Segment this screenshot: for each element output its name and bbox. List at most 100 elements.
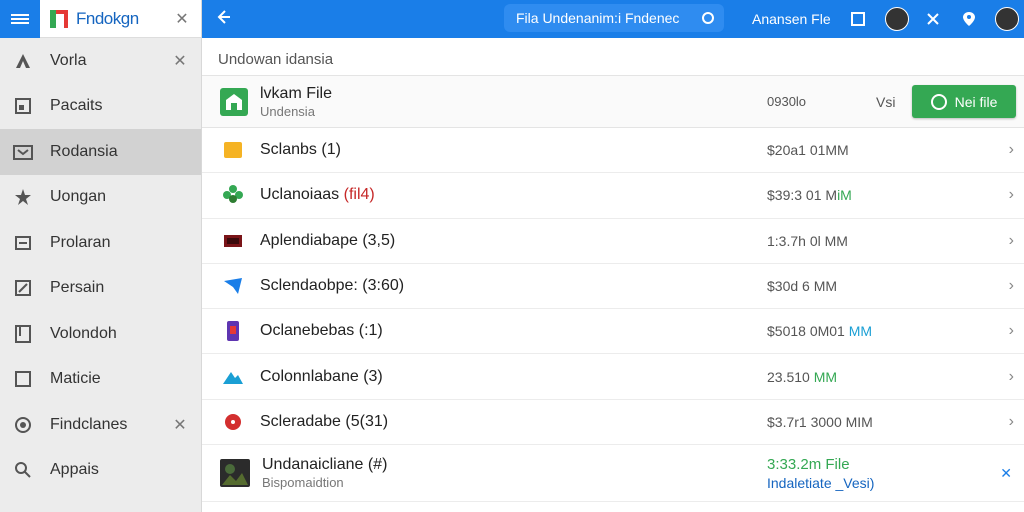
search-icon xyxy=(702,12,714,24)
sidebar: Fndokgn ✕ Vorla ✕ Pacaits Rodansia Uonga… xyxy=(0,0,202,512)
location-pin-icon[interactable] xyxy=(957,7,981,31)
sidebar-item-volondoh[interactable]: Volondoh xyxy=(0,311,201,357)
folder-icon xyxy=(12,141,34,163)
star-icon xyxy=(12,186,34,208)
square-outline-icon[interactable] xyxy=(846,7,870,31)
top-bar: Fila Undenanim:i Fndenec Anansen Fle xyxy=(202,0,1024,38)
row-name: Colonnlabane (3) xyxy=(260,367,383,385)
row-size: 23.510 MM xyxy=(767,369,837,385)
menu-button[interactable] xyxy=(0,0,40,38)
row-name: Oclanebebas (:1) xyxy=(260,322,383,340)
app-title: Fndokgn xyxy=(76,8,139,28)
close-icon[interactable]: ✕ xyxy=(1000,465,1012,482)
file-icon xyxy=(12,95,34,117)
search-icon xyxy=(12,459,34,481)
box-icon xyxy=(12,232,34,254)
table-row[interactable]: Oclanebebas (:1) $5018 0M01 MM › xyxy=(202,309,1024,355)
row-name: Aplendiabape (3,5) xyxy=(260,231,396,249)
table-row[interactable]: Colonnlabane (3) 23.510 MM › xyxy=(202,354,1024,400)
row-size: 3:33.2m File xyxy=(767,455,850,473)
dark-box-icon xyxy=(220,228,246,254)
close-icon[interactable]: ✕ xyxy=(171,415,189,435)
chevron-right-icon[interactable]: › xyxy=(1009,277,1014,295)
file-subtitle: Undensia xyxy=(260,103,315,119)
sidebar-item-persain[interactable]: Persain xyxy=(0,266,201,312)
row-subtitle: Bispomaidtion xyxy=(262,475,344,491)
sidebar-item-uongan[interactable]: Uongan xyxy=(0,175,201,221)
row-name: Uclanoiaas (fil4) xyxy=(260,186,375,204)
image-thumb-icon xyxy=(220,458,250,488)
row-name-count: (fil4) xyxy=(343,186,375,204)
table-row[interactable]: Aplendiabape (3,5) 1:3.7h 0l MM › xyxy=(202,219,1024,264)
sidebar-item-maticie[interactable]: Maticie xyxy=(0,357,201,403)
chevron-right-icon[interactable]: › xyxy=(1009,322,1014,340)
table-row[interactable]: Undanaicliane (#) Bispomaidtion 3:33.2m … xyxy=(202,445,1024,503)
row-size-accent: iM xyxy=(837,187,852,204)
mountain-icon xyxy=(220,364,246,390)
table-row[interactable]: Uclanoiaas (fil4) $39:3 01 MiM › xyxy=(202,173,1024,219)
back-button[interactable] xyxy=(202,0,244,38)
triangle-icon xyxy=(12,50,34,72)
sidebar-item-label: Uongan xyxy=(50,188,107,206)
new-file-button-label: Nei file xyxy=(954,93,998,110)
file-version: Vsi xyxy=(876,93,896,110)
sidebar-item-label: Vorla xyxy=(50,51,87,69)
sidebar-item-label: Pacaits xyxy=(50,97,103,115)
row-name: Scleradabe (5(31) xyxy=(260,412,389,430)
sidebar-item-pacaits[interactable]: Pacaits xyxy=(0,84,201,130)
table-row[interactable]: Sclendaobpe: (3:60) $30d 6 MM › xyxy=(202,264,1024,310)
sidebar-item-appais[interactable]: Appais xyxy=(0,448,201,494)
row-size: $3.7r1 3000 MIM xyxy=(767,413,873,430)
avatar[interactable] xyxy=(885,7,909,31)
file-title: lvkam File xyxy=(260,84,333,102)
sidebar-item-findclanes[interactable]: Findclanes ✕ xyxy=(0,402,201,448)
sidebar-item-prolaran[interactable]: Prolaran xyxy=(0,220,201,266)
file-app-icon xyxy=(218,86,250,118)
phone-icon xyxy=(220,318,246,344)
search-text: Fila Undenanim:i Fndenec xyxy=(516,10,680,26)
chevron-right-icon[interactable]: › xyxy=(1009,232,1014,250)
new-file-button[interactable]: Nei file xyxy=(912,85,1016,118)
circle-icon xyxy=(12,414,34,436)
red-circle-icon xyxy=(220,409,246,435)
chevron-right-icon[interactable]: › xyxy=(1009,368,1014,386)
topbar-label[interactable]: Anansen Fle xyxy=(752,0,831,38)
row-size-text: $5018 0M01 xyxy=(767,323,845,340)
sidebar-item-vorla[interactable]: Vorla ✕ xyxy=(0,38,201,84)
sidebar-item-label: Findclanes xyxy=(50,415,128,433)
table-row[interactable]: Sclanbs (1) $20a1 01MM › xyxy=(202,128,1024,174)
main-content: Undowan idansia lvkam File Undensia 0930… xyxy=(202,38,1024,512)
sidebar-item-label: Volondoh xyxy=(50,324,117,342)
circle-icon xyxy=(930,93,947,110)
row-size: 1:3.7h 0l MM xyxy=(767,232,848,249)
file-size: 0930lo xyxy=(767,94,807,109)
breadcrumb: Undowan idansia xyxy=(202,38,1024,76)
folder-yellow-icon xyxy=(220,137,246,163)
close-icon[interactable]: ✕ xyxy=(171,51,189,71)
sidebar-item-label: Persain xyxy=(50,279,105,297)
row-name-text: Uclanoiaas xyxy=(260,186,344,204)
table-row[interactable]: Scleradabe (5(31) $3.7r1 3000 MIM › xyxy=(202,400,1024,446)
chevron-right-icon[interactable]: › xyxy=(1009,186,1014,204)
row-size: $30d 6 MM xyxy=(767,278,838,295)
tools-icon[interactable] xyxy=(921,7,945,31)
row-size-text: $39:3 01 M xyxy=(767,187,838,204)
sidebar-item-label: Rodansia xyxy=(50,142,118,160)
sidebar-item-label: Maticie xyxy=(50,370,101,388)
row-size-block: 3:33.2m File Indaletiate _Vesi) xyxy=(767,456,874,491)
close-icon[interactable]: ✕ xyxy=(173,9,191,29)
chevron-right-icon[interactable]: › xyxy=(1009,141,1014,159)
search-input[interactable]: Fila Undenanim:i Fndenec xyxy=(504,4,724,32)
chevron-right-icon[interactable]: › xyxy=(1009,413,1014,431)
row-size-accent: MM xyxy=(848,323,873,340)
row-size-text: 23.510 xyxy=(767,368,810,385)
row-size-sub[interactable]: Indaletiate _Vesi) xyxy=(767,475,874,491)
row-name: Sclendaobpe: (3:60) xyxy=(260,277,405,295)
file-header-row[interactable]: lvkam File Undensia 0930lo Vsi Nei file xyxy=(202,76,1024,128)
user-avatar[interactable] xyxy=(995,7,1019,31)
row-size: $5018 0M01 MM xyxy=(767,323,872,339)
sidebar-item-rodansia[interactable]: Rodansia xyxy=(0,129,201,175)
edit-icon xyxy=(12,277,34,299)
arrow-left-icon xyxy=(215,8,231,31)
row-name: Sclanbs (1) xyxy=(260,141,341,159)
